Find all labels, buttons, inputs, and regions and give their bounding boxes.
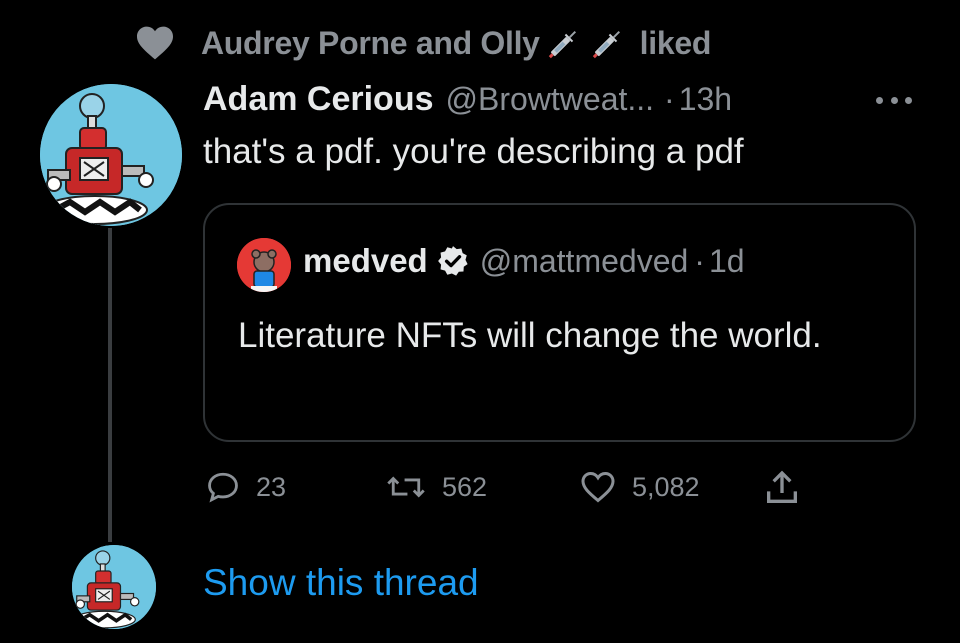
more-icon-dot <box>876 96 883 104</box>
syringe-icon <box>548 30 576 59</box>
heart-icon <box>137 26 173 60</box>
retweet-button[interactable]: 562 <box>386 470 487 504</box>
reply-count: 23 <box>256 471 287 502</box>
quoted-avatar[interactable] <box>237 238 291 292</box>
display-name[interactable]: Adam Cerious <box>203 80 434 119</box>
quoted-header: medved @mattmedved · 1d <box>303 242 745 280</box>
heart-outline-icon <box>581 471 615 503</box>
reply-icon <box>208 472 238 503</box>
retweet-count: 562 <box>442 471 488 502</box>
like-button[interactable]: 5,082 <box>580 470 700 504</box>
quoted-text: Literature NFTs will change the world. <box>238 316 822 355</box>
separator: · <box>664 81 675 117</box>
quoted-timestamp[interactable]: 1d <box>709 243 745 280</box>
show-thread-link[interactable]: Show this thread <box>203 562 479 604</box>
tweet-text: that's a pdf. you're describing a pdf <box>203 132 744 171</box>
reply-button[interactable]: 23 <box>206 470 286 504</box>
like-count: 5,082 <box>632 471 700 502</box>
avatar[interactable] <box>72 545 156 629</box>
retweet-icon <box>387 476 425 498</box>
quoted-display-name[interactable]: medved <box>303 242 428 280</box>
tweet-header: Adam Cerious @Browtweat... · 13h <box>203 80 732 119</box>
verified-badge-icon <box>437 246 468 276</box>
more-icon-dot <box>890 96 898 104</box>
separator: · <box>694 242 705 279</box>
timestamp[interactable]: 13h <box>679 81 732 118</box>
syringe-icon <box>592 30 620 59</box>
social-context-action: liked <box>639 24 712 61</box>
robot-avatar-icon <box>72 545 156 629</box>
robot-avatar-icon <box>40 84 182 226</box>
quoted-handle[interactable]: @mattmedved <box>480 243 689 280</box>
share-icon <box>767 470 797 503</box>
thread-line <box>108 228 112 542</box>
more-button[interactable] <box>876 88 912 112</box>
share-button[interactable] <box>762 468 818 508</box>
bear-avatar-icon <box>237 238 291 292</box>
social-context[interactable]: Audrey Porne and Olly liked <box>135 18 711 68</box>
more-icon-dot <box>905 96 912 104</box>
social-context-names[interactable]: Audrey Porne and Olly <box>201 25 540 62</box>
user-handle[interactable]: @Browtweat... <box>446 81 655 118</box>
avatar[interactable] <box>40 84 182 226</box>
